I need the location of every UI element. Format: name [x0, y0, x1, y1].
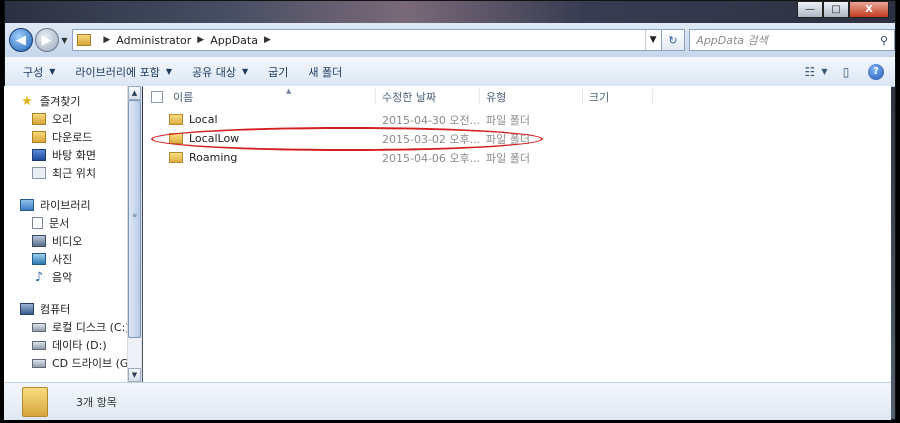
nav-item-music[interactable]: ♪ 음악 — [4, 268, 128, 286]
file-name: Local — [189, 113, 218, 126]
file-type: 파일 폴더 — [486, 151, 530, 165]
scroll-down-button[interactable]: ▼ — [128, 368, 141, 382]
red-highlight-ellipse — [151, 127, 543, 151]
chevron-down-icon: ▼ — [49, 67, 56, 76]
nav-item-documents[interactable]: 문서 — [4, 214, 128, 232]
forward-button[interactable]: ▶ — [34, 28, 59, 52]
address-bar[interactable]: ▶ Administrator ▶ AppData ▶ ▼ — [72, 29, 662, 51]
navigation-pane: ★ 즐겨찾기 오리 다운로드 바탕 화면 최근 위치 라이브러리 문서 비디오 사… — [4, 86, 142, 382]
address-row: ◀ ▶ ▼ ▶ Administrator ▶ AppData ▶ ▼ ↻ Ap… — [5, 23, 895, 57]
column-size[interactable]: 크기 — [583, 89, 653, 105]
recent-pages-dropdown[interactable]: ▼ — [59, 36, 71, 45]
nav-favorites[interactable]: ★ 즐겨찾기 — [4, 92, 128, 110]
back-button[interactable]: ◀ — [9, 28, 33, 52]
select-all-checkbox[interactable] — [151, 91, 163, 103]
minimize-button[interactable]: — — [797, 1, 823, 18]
picture-icon — [32, 253, 46, 265]
nav-tree: ★ 즐겨찾기 오리 다운로드 바탕 화면 최근 위치 라이브러리 문서 비디오 사… — [4, 86, 136, 372]
view-options-icon[interactable]: ☷ ▼ — [805, 63, 828, 81]
file-name: Roaming — [189, 151, 238, 164]
refresh-icon: ↻ — [668, 33, 678, 47]
maximize-button[interactable]: □ — [823, 1, 849, 18]
nav-computer[interactable]: 컴퓨터 — [4, 300, 128, 318]
back-arrow-icon: ◀ — [15, 32, 26, 48]
view-controls: ☷ ▼ ▯ ? — [797, 63, 895, 81]
nav-scrollbar[interactable]: ▲ ≡ ▼ — [127, 86, 141, 382]
scroll-up-button[interactable]: ▲ — [128, 86, 141, 100]
file-type: 파일 폴더 — [486, 113, 530, 127]
command-bar: 구성 ▼ 라이브러리에 포함 ▼ 공유 대상 ▼ 굽기 새 폴더 ☷ ▼ ▯ ? — [5, 57, 895, 87]
document-icon — [32, 217, 43, 229]
column-name[interactable]: 이름 ▲ — [167, 87, 376, 105]
item-count: 3개 항목 — [76, 395, 117, 409]
folder-icon — [32, 113, 46, 125]
nav-item-videos[interactable]: 비디오 — [4, 232, 128, 250]
file-date: 2015-04-30 오전... — [382, 113, 480, 127]
help-icon: ? — [868, 63, 884, 80]
burn-button[interactable]: 굽기 — [258, 64, 298, 80]
forward-arrow-icon: ▶ — [41, 32, 52, 48]
file-list: 이름 ▲ 수정한 날짜 유형 크기 Local 2015-04-30 오전... … — [143, 86, 891, 382]
video-icon — [32, 235, 46, 247]
preview-pane-icon[interactable]: ▯ — [835, 63, 857, 81]
file-date: 2015-04-06 오후... — [382, 151, 480, 165]
status-bar: 3개 항목 — [4, 382, 891, 420]
search-input[interactable]: AppData 검색 ⚲ — [689, 29, 895, 51]
search-icon[interactable]: ⚲ — [874, 34, 894, 47]
sort-arrow-icon: ▲ — [286, 87, 292, 95]
folder-icon — [169, 114, 183, 125]
search-placeholder: AppData 검색 — [696, 34, 768, 47]
nav-item-recent[interactable]: 최근 위치 — [4, 164, 128, 182]
chevron-down-icon: ▼ — [165, 67, 173, 76]
music-note-icon: ♪ — [34, 269, 44, 285]
desktop-icon — [32, 149, 46, 161]
downloads-folder-icon — [32, 131, 46, 143]
computer-icon — [20, 303, 34, 315]
library-icon — [20, 199, 34, 211]
organize-button[interactable]: 구성 ▼ — [13, 64, 65, 80]
nav-item-duck[interactable]: 오리 — [4, 110, 128, 128]
folder-icon — [22, 386, 48, 417]
hard-drive-icon — [32, 322, 46, 332]
folder-icon — [77, 34, 92, 46]
breadcrumb-separator-icon[interactable]: ▶ — [264, 35, 271, 45]
column-header-row: 이름 ▲ 수정한 날짜 유형 크기 — [143, 86, 891, 108]
nav-item-local-disk-c[interactable]: 로컬 디스크 (C:) — [4, 318, 130, 336]
column-type[interactable]: 유형 — [480, 89, 583, 105]
window-controls: — □ X — [797, 1, 889, 18]
share-with-button[interactable]: 공유 대상 ▼ — [182, 64, 258, 80]
grip-icon: ≡ — [132, 212, 138, 219]
nav-item-data-d[interactable]: 데이타 (D:) — [4, 336, 128, 354]
chevron-down-icon: ▼ — [242, 67, 249, 76]
new-folder-button[interactable]: 새 폴더 — [298, 64, 352, 80]
cd-drive-icon — [32, 358, 46, 368]
recent-places-icon — [32, 167, 46, 179]
breadcrumb-separator-icon[interactable]: ▶ — [103, 35, 110, 45]
close-button[interactable]: X — [849, 1, 889, 18]
nav-libraries[interactable]: 라이브러리 — [4, 196, 128, 214]
hard-drive-icon — [32, 340, 46, 350]
include-library-button[interactable]: 라이브러리에 포함 ▼ — [65, 64, 182, 80]
folder-icon — [169, 152, 183, 163]
help-button[interactable]: ? — [865, 63, 887, 81]
breadcrumb-appdata[interactable]: AppData — [210, 34, 258, 47]
refresh-button[interactable]: ↻ — [661, 29, 686, 51]
nav-item-cd-drive-g[interactable]: CD 드라이브 (G:) — [4, 354, 136, 372]
nav-item-desktop[interactable]: 바탕 화면 — [4, 146, 128, 164]
breadcrumb-administrator[interactable]: Administrator — [116, 34, 191, 47]
breadcrumb-separator-icon[interactable]: ▶ — [197, 35, 204, 45]
scroll-thumb[interactable]: ≡ — [128, 100, 141, 338]
title-bar[interactable]: — □ X — [5, 1, 895, 23]
column-date[interactable]: 수정한 날짜 — [376, 89, 480, 105]
address-history-dropdown[interactable]: ▼ — [644, 30, 661, 50]
nav-item-downloads[interactable]: 다운로드 — [4, 128, 128, 146]
nav-item-pictures[interactable]: 사진 — [4, 250, 128, 268]
star-icon: ★ — [21, 93, 33, 109]
